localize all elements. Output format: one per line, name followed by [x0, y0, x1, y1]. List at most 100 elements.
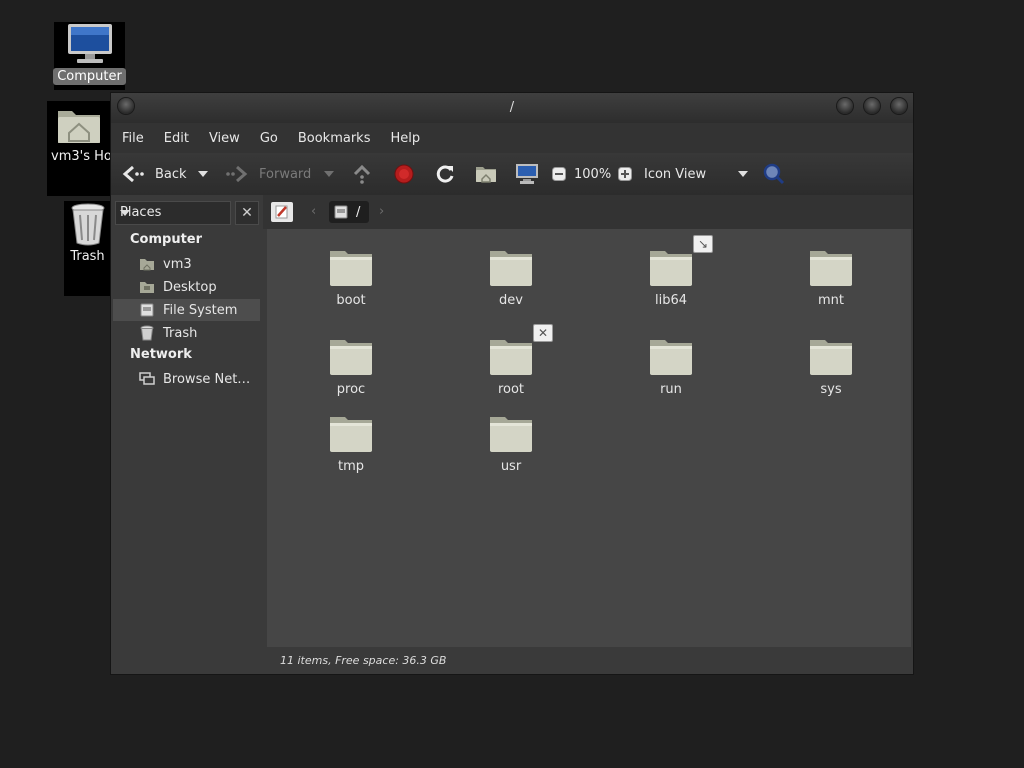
zoom-in-icon: [618, 167, 632, 181]
back-label: Back: [155, 166, 187, 182]
folder-item-dev[interactable]: dev: [456, 247, 566, 308]
menu-bookmarks[interactable]: Bookmarks: [288, 131, 381, 146]
folder-icon: [810, 251, 852, 286]
folder-icon: [330, 417, 372, 452]
folder-item-lib64[interactable]: lib64 ↘: [616, 235, 726, 308]
menu-bar: File Edit View Go Bookmarks Help: [111, 123, 913, 153]
close-icon: ✕: [241, 205, 253, 221]
up-arrow-icon: [353, 164, 371, 184]
desktop-icon-label: Trash: [70, 249, 105, 264]
folder-item-proc[interactable]: proc: [296, 336, 406, 397]
status-bar: 11 items, Free space: 36.3 GB: [267, 649, 911, 673]
desktop-trash[interactable]: Trash: [64, 201, 111, 296]
folder-item-tmp[interactable]: tmp: [296, 413, 406, 474]
path-scroll-right[interactable]: ›: [379, 204, 384, 219]
menu-help[interactable]: Help: [380, 131, 430, 146]
sidebar-item-vm3[interactable]: vm3: [113, 253, 260, 275]
back-button[interactable]: Back: [121, 153, 187, 195]
computer-button[interactable]: [515, 153, 539, 195]
path-label: /: [356, 204, 361, 220]
sidebar-section-network: Network: [130, 347, 192, 362]
file-view[interactable]: boot dev lib64 ↘ mnt proc root ✕ run sys tmp usr: [267, 229, 911, 647]
forward-button[interactable]: Forward: [225, 153, 311, 195]
desktop-computer-icon[interactable]: Computer: [53, 22, 126, 90]
reload-icon: [436, 165, 454, 183]
zoom-out-icon: [552, 167, 566, 181]
sidebar-item-file-system[interactable]: File System: [113, 299, 260, 321]
sidebar-type-select[interactable]: Places: [115, 201, 231, 225]
path-bar: ‹ / ›: [263, 195, 913, 229]
title-bar[interactable]: /: [111, 93, 913, 123]
location-toggle-button[interactable]: [271, 202, 293, 222]
minimize-button[interactable]: [837, 98, 853, 114]
folder-icon: [490, 340, 532, 375]
folder-item-run[interactable]: run: [616, 336, 726, 397]
sidebar-item-label: Browse Net…: [163, 371, 251, 387]
folder-label: boot: [336, 293, 366, 308]
maximize-button[interactable]: [864, 98, 880, 114]
edit-icon: [275, 205, 288, 219]
up-button[interactable]: [351, 153, 373, 195]
stop-icon: [394, 164, 414, 184]
trash-icon: [139, 325, 155, 341]
trash-icon: [71, 203, 104, 246]
desktop-icon-label: vm3's Hor: [51, 149, 111, 164]
sidebar-item-browse-network[interactable]: Browse Net…: [113, 368, 260, 390]
menu-edit[interactable]: Edit: [154, 131, 199, 146]
sidebar-item-label: File System: [163, 302, 238, 318]
forward-history-dropdown[interactable]: [324, 153, 334, 195]
close-sidebar-button[interactable]: ✕: [235, 201, 259, 225]
folder-label: root: [497, 382, 525, 397]
search-button[interactable]: [762, 153, 786, 195]
zoom-level[interactable]: 100%: [574, 153, 611, 195]
folder-label: tmp: [337, 459, 364, 474]
home-icon: [139, 256, 155, 272]
folder-label: mnt: [818, 293, 844, 308]
no-access-emblem-icon: ✕: [533, 324, 553, 342]
zoom-out-button[interactable]: [552, 153, 566, 195]
folder-item-mnt[interactable]: mnt: [776, 247, 886, 308]
home-button[interactable]: [475, 153, 497, 195]
computer-icon: [516, 164, 538, 184]
forward-arrow-icon: [226, 165, 248, 183]
status-text: 11 items, Free space: 36.3 GB: [280, 654, 447, 667]
stop-button[interactable]: [394, 153, 414, 195]
reload-button[interactable]: [434, 153, 456, 195]
folder-item-sys[interactable]: sys: [776, 336, 886, 397]
folder-icon: [330, 340, 372, 375]
view-mode-label: Icon View: [644, 166, 707, 182]
view-mode-select[interactable]: Icon View: [644, 153, 748, 195]
folder-icon: [490, 417, 532, 452]
folder-label: lib64: [654, 293, 688, 308]
folder-icon: [810, 340, 852, 375]
network-icon: [139, 371, 155, 387]
folder-item-root[interactable]: root ✕: [456, 324, 566, 397]
zoom-in-button[interactable]: [618, 153, 632, 195]
menu-view[interactable]: View: [199, 131, 250, 146]
chevron-down-icon: [198, 171, 208, 177]
chevron-down-icon: [738, 171, 748, 177]
zoom-label: 100%: [574, 166, 612, 182]
path-button-root[interactable]: /: [329, 201, 369, 223]
drive-icon: [139, 302, 155, 318]
menu-go[interactable]: Go: [250, 131, 288, 146]
file-manager-window: / File Edit View Go Bookmarks Help Back: [111, 93, 913, 674]
sidebar-item-label: Desktop: [163, 279, 217, 295]
window-title: /: [509, 100, 515, 115]
chevron-down-icon: [324, 171, 334, 177]
forward-label: Forward: [259, 166, 312, 182]
folder-label: run: [660, 382, 682, 397]
path-scroll-left[interactable]: ‹: [311, 204, 316, 219]
folder-item-usr[interactable]: usr: [456, 413, 566, 474]
folder-icon: [330, 251, 372, 286]
folder-item-boot[interactable]: boot: [296, 247, 406, 308]
desktop-home-folder[interactable]: vm3's Hor: [47, 101, 111, 196]
sidebar-item-trash[interactable]: Trash: [113, 322, 260, 344]
folder-icon: [650, 251, 692, 286]
back-history-dropdown[interactable]: [198, 153, 208, 195]
sidebar-item-desktop[interactable]: Desktop: [113, 276, 260, 298]
home-folder-icon: [476, 167, 496, 183]
menu-file[interactable]: File: [111, 131, 154, 146]
close-button[interactable]: [891, 98, 907, 114]
back-arrow-icon: [122, 165, 144, 183]
